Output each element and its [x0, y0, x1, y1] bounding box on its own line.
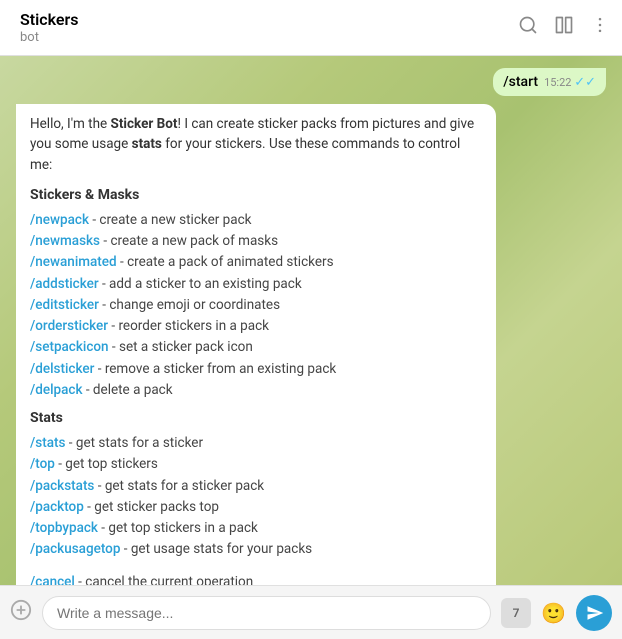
cmd-cancel: /cancel - cancel the current operation: [30, 572, 482, 586]
sent-text-start: /start: [503, 74, 538, 90]
search-icon[interactable]: [518, 15, 538, 40]
sent-time-start: 15:22 ✓✓: [544, 75, 596, 90]
section-title-stats: Stats: [30, 408, 482, 429]
cmd-ordersticker: /ordersticker - reorder stickers in a pa…: [30, 316, 482, 336]
cmd-delsticker: /delsticker - remove a sticker from an e…: [30, 359, 482, 379]
sticker-button[interactable]: 7: [501, 598, 531, 628]
header-info: Stickers bot: [20, 10, 518, 44]
cmd-setpackicon: /setpackicon - set a sticker pack icon: [30, 337, 482, 357]
send-button[interactable]: [576, 595, 612, 631]
cmd-packstats: /packstats - get stats for a sticker pac…: [30, 476, 482, 496]
cmd-packusagetop: /packusagetop - get usage stats for your…: [30, 539, 482, 559]
sticker-label: 7: [513, 606, 520, 620]
section-title-stickers: Stickers & Masks: [30, 185, 482, 206]
cmd-addsticker: /addsticker - add a sticker to an existi…: [30, 274, 482, 294]
chat-title: Stickers: [20, 10, 518, 29]
chat-area: /start 15:22 ✓✓ Hello, I'm the Sticker B…: [0, 56, 622, 585]
cmd-stats: /stats - get stats for a sticker: [30, 433, 482, 453]
chat-header: Stickers bot: [0, 0, 622, 56]
header-icons: [518, 15, 610, 40]
cmd-newmasks: /newmasks - create a new pack of masks: [30, 231, 482, 251]
cmd-top: /top - get top stickers: [30, 454, 482, 474]
double-tick-start: ✓✓: [574, 75, 596, 90]
columns-icon[interactable]: [554, 15, 574, 40]
more-menu-icon[interactable]: [590, 15, 610, 40]
chat-subtitle: bot: [20, 30, 518, 45]
cmd-newanimated: /newanimated - create a pack of animated…: [30, 252, 482, 272]
cmd-newpack: /newpack - create a new sticker pack: [30, 210, 482, 230]
emoji-icon[interactable]: 🙂: [541, 601, 566, 625]
input-bar: 7 🙂: [0, 585, 622, 639]
attach-icon[interactable]: [10, 599, 32, 626]
received-message-bot: Hello, I'm the Sticker Bot! I can create…: [16, 104, 496, 585]
cmd-delpack: /delpack - delete a pack: [30, 380, 482, 400]
cmd-packtop: /packtop - get sticker packs top: [30, 497, 482, 517]
cmd-topbypack: /topbypack - get top stickers in a pack: [30, 518, 482, 538]
message-intro: Hello, I'm the Sticker Bot! I can create…: [30, 114, 482, 175]
message-input[interactable]: [42, 596, 491, 630]
cmd-editsticker: /editsticker - change emoji or coordinat…: [30, 295, 482, 315]
sent-message-start: /start 15:22 ✓✓: [493, 68, 606, 96]
